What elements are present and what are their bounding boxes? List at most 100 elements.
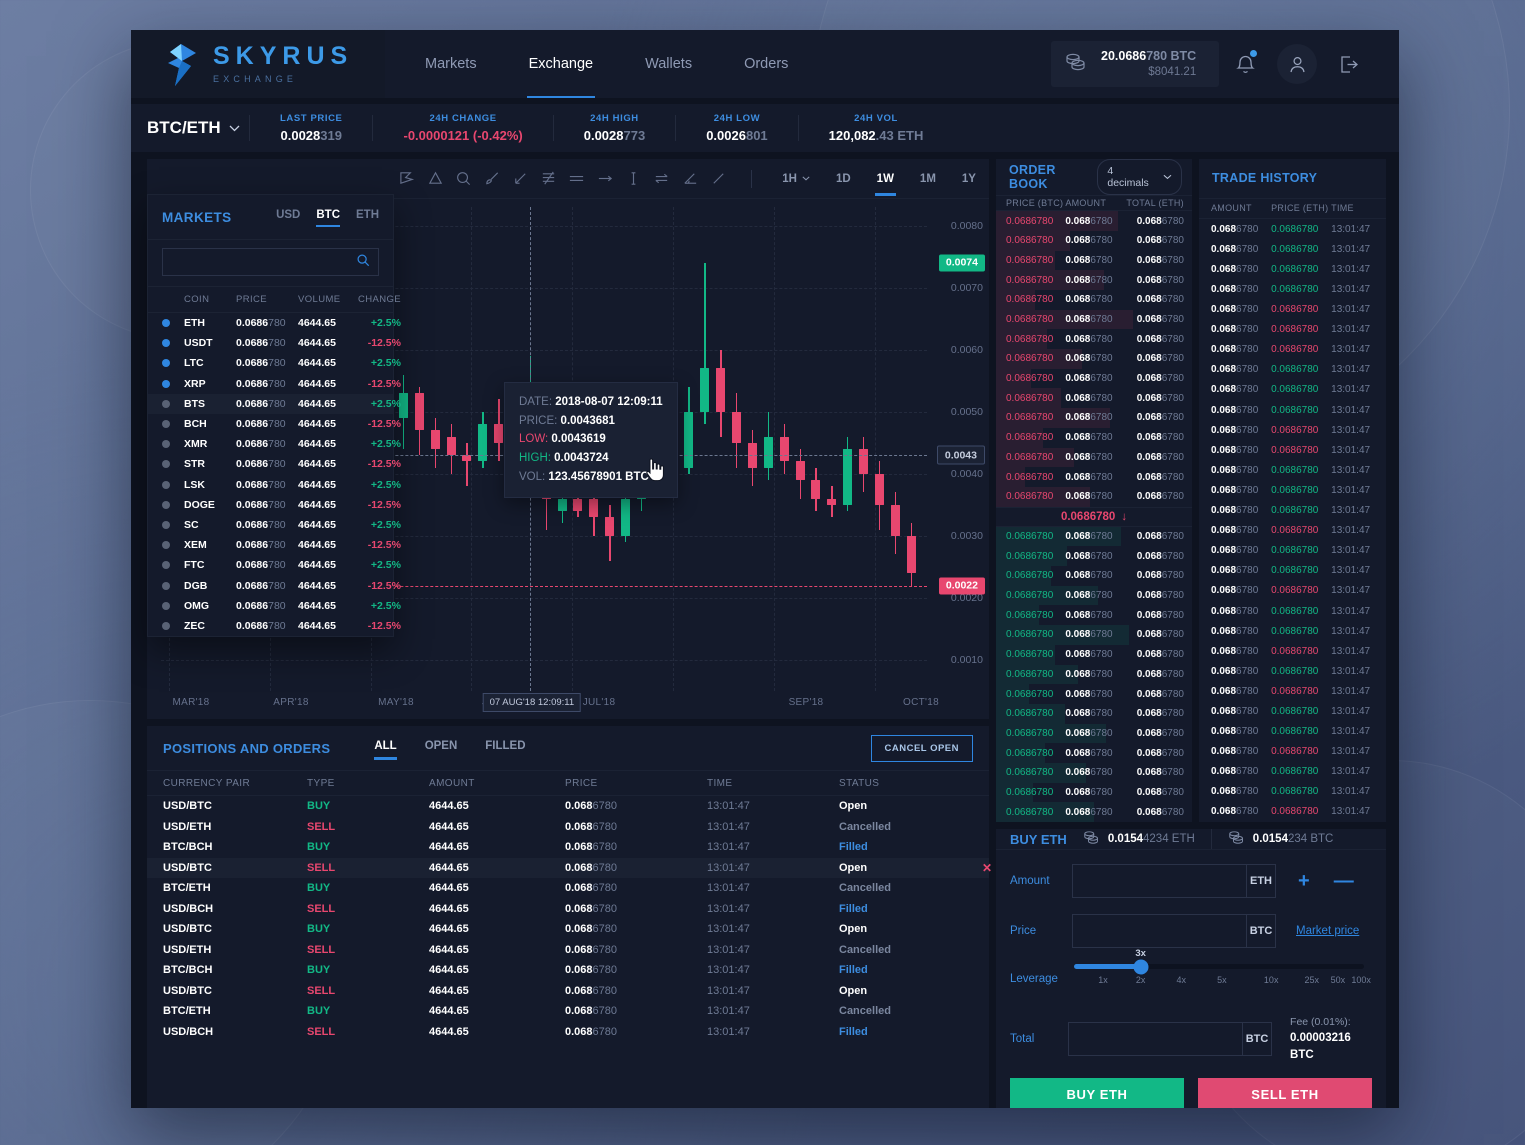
order-row[interactable]: USD/BTC SELL 4644.65 0.0686780 13:01:47 … bbox=[147, 981, 989, 1002]
positions-tab-all[interactable]: ALL bbox=[374, 740, 398, 760]
trend-line-icon[interactable] bbox=[704, 159, 732, 199]
market-row-xmr[interactable]: XMR 0.0686780 4644.65 +2.5% bbox=[148, 434, 401, 454]
leverage-thumb[interactable] bbox=[1133, 959, 1149, 974]
order-book-row-ask[interactable]: 0.0686780 0.0686780 0.0686780 bbox=[996, 427, 1192, 448]
order-book-row-bid[interactable]: 0.0686780 0.0686780 0.0686780 bbox=[996, 782, 1192, 803]
market-row-ftc[interactable]: FTC 0.0686780 4644.65 +2.5% bbox=[148, 555, 401, 575]
order-row[interactable]: USD/ETH SELL 4644.65 0.0686780 13:01:47 … bbox=[147, 940, 989, 961]
price-input[interactable] bbox=[1073, 915, 1246, 947]
market-row-xrp[interactable]: XRP 0.0686780 4644.65 -12.5% bbox=[148, 374, 401, 394]
trade-history-row[interactable]: 0.0686780 0.0686780 13:01:47 bbox=[1199, 601, 1386, 621]
triangle-icon[interactable] bbox=[421, 159, 449, 199]
favorite-dot-icon[interactable] bbox=[162, 460, 170, 469]
market-row-ltc[interactable]: LTC 0.0686780 4644.65 +2.5% bbox=[148, 353, 401, 373]
trade-history-row[interactable]: 0.0686780 0.0686780 13:01:47 bbox=[1199, 420, 1386, 440]
buy-eth-button[interactable]: BUY ETH bbox=[1010, 1077, 1184, 1108]
cancel-order-icon[interactable]: ✕ bbox=[969, 861, 1005, 875]
decimals-selector[interactable]: 4 decimals bbox=[1097, 159, 1182, 195]
order-book-row-ask[interactable]: 0.0686780 0.0686780 0.0686780 bbox=[996, 329, 1192, 350]
favorite-dot-icon[interactable] bbox=[162, 379, 170, 388]
order-book-row-bid[interactable]: 0.0686780 0.0686780 0.0686780 bbox=[996, 743, 1192, 763]
trade-history-row[interactable]: 0.0686780 0.0686780 13:01:47 bbox=[1199, 521, 1386, 541]
trade-history-row[interactable]: 0.0686780 0.0686780 13:01:47 bbox=[1199, 340, 1386, 360]
order-book-row-bid[interactable]: 0.0686780 0.0686780 0.0686780 bbox=[996, 684, 1192, 704]
order-row[interactable]: USD/ETH SELL 4644.65 0.0686780 13:01:47 … bbox=[147, 817, 989, 838]
favorite-dot-icon[interactable] bbox=[162, 399, 170, 408]
market-row-doge[interactable]: DOGE 0.0686780 4644.65 -12.5% bbox=[148, 495, 401, 515]
amount-input[interactable] bbox=[1073, 865, 1246, 897]
order-row[interactable]: BTC/BCH BUY 4644.65 0.0686780 13:01:47 F… bbox=[147, 960, 989, 981]
favorite-dot-icon[interactable] bbox=[162, 520, 170, 529]
brand-logo[interactable]: SKYRUS EXCHANGE bbox=[131, 30, 385, 98]
favorite-dot-icon[interactable] bbox=[162, 480, 170, 489]
search-input[interactable] bbox=[171, 256, 356, 268]
order-book-row-ask[interactable]: 0.0686780 0.0686780 0.0686780 bbox=[996, 467, 1192, 487]
nav-item-wallets[interactable]: Wallets bbox=[619, 30, 718, 98]
favorite-dot-icon[interactable] bbox=[162, 621, 170, 630]
order-book-row-bid[interactable]: 0.0686780 0.0686780 0.0686780 bbox=[996, 703, 1192, 724]
favorite-dot-icon[interactable] bbox=[162, 339, 170, 348]
market-row-dgb[interactable]: DGB 0.0686780 4644.65 -12.5% bbox=[148, 575, 401, 595]
angle-measure-icon[interactable] bbox=[676, 159, 704, 199]
nav-item-markets[interactable]: Markets bbox=[399, 30, 503, 98]
market-row-lsk[interactable]: LSK 0.0686780 4644.65 +2.5% bbox=[148, 475, 401, 495]
order-book-row-bid[interactable]: 0.0686780 0.0686780 0.0686780 bbox=[996, 526, 1192, 547]
market-row-omg[interactable]: OMG 0.0686780 4644.65 +2.5% bbox=[148, 596, 401, 616]
order-row[interactable]: USD/BTC BUY 4644.65 0.0686780 13:01:47 O… bbox=[147, 796, 989, 817]
trade-history-row[interactable]: 0.0686780 0.0686780 13:01:47 bbox=[1199, 581, 1386, 601]
positions-tab-filled[interactable]: FILLED bbox=[485, 740, 525, 757]
trade-history-row[interactable]: 0.0686780 0.0686780 13:01:47 bbox=[1199, 300, 1386, 320]
trade-history-row[interactable]: 0.0686780 0.0686780 13:01:47 bbox=[1199, 279, 1386, 299]
favorite-dot-icon[interactable] bbox=[162, 359, 170, 368]
favorite-dot-icon[interactable] bbox=[162, 319, 170, 328]
markets-search-field[interactable] bbox=[162, 248, 379, 276]
markets-tab-btc[interactable]: BTC bbox=[316, 209, 340, 227]
order-book-row-ask[interactable]: 0.0686780 0.0686780 0.0686780 bbox=[996, 447, 1192, 468]
amount-increase-button[interactable]: + bbox=[1298, 871, 1310, 891]
compare-arrows-icon[interactable] bbox=[648, 159, 676, 199]
trade-history-row[interactable]: 0.0686780 0.0686780 13:01:47 bbox=[1199, 320, 1386, 340]
fib-retracement-icon[interactable] bbox=[534, 159, 562, 199]
order-row[interactable]: USD/BTC SELL 4644.65 0.0686780 13:01:47 … bbox=[147, 857, 992, 878]
trade-history-row[interactable]: 0.0686780 0.0686780 13:01:47 bbox=[1199, 239, 1386, 259]
trade-history-row[interactable]: 0.0686780 0.0686780 13:01:47 bbox=[1199, 380, 1386, 400]
polyline-icon[interactable] bbox=[393, 159, 421, 199]
price-field[interactable]: BTC bbox=[1072, 914, 1276, 948]
angle-icon[interactable] bbox=[506, 159, 534, 199]
order-book-row-bid[interactable]: 0.0686780 0.0686780 0.0686780 bbox=[996, 644, 1192, 665]
magnifier-icon[interactable] bbox=[450, 159, 478, 199]
order-book-row-ask[interactable]: 0.0686780 0.0686780 0.0686780 bbox=[996, 349, 1192, 369]
order-book-row-ask[interactable]: 0.0686780 0.0686780 0.0686780 bbox=[996, 368, 1192, 389]
search-icon[interactable] bbox=[356, 253, 370, 272]
order-row[interactable]: BTC/ETH BUY 4644.65 0.0686780 13:01:47 C… bbox=[147, 1001, 989, 1022]
order-book-row-ask[interactable]: 0.0686780 0.0686780 0.0686780 bbox=[996, 408, 1192, 428]
logout-icon[interactable] bbox=[1329, 44, 1369, 84]
total-input[interactable] bbox=[1069, 1023, 1243, 1056]
favorite-dot-icon[interactable] bbox=[162, 561, 170, 570]
trade-history-row[interactable]: 0.0686780 0.0686780 13:01:47 bbox=[1199, 561, 1386, 581]
vertical-line-icon[interactable] bbox=[619, 159, 647, 199]
header-balance[interactable]: 20.0686780 BTC $8041.21 bbox=[1051, 41, 1219, 87]
horizontal-ray-icon[interactable] bbox=[591, 159, 619, 199]
favorite-dot-icon[interactable] bbox=[162, 541, 170, 550]
timeframe-1h[interactable]: 1H bbox=[769, 159, 823, 199]
market-row-bch[interactable]: BCH 0.0686780 4644.65 -12.5% bbox=[148, 414, 401, 434]
order-book-row-ask[interactable]: 0.0686780 0.0686780 0.0686780 bbox=[996, 250, 1192, 271]
favorite-dot-icon[interactable] bbox=[162, 601, 170, 610]
trade-history-row[interactable]: 0.0686780 0.0686780 13:01:47 bbox=[1199, 460, 1386, 480]
parallel-lines-icon[interactable] bbox=[563, 159, 591, 199]
total-field[interactable]: BTC bbox=[1068, 1022, 1273, 1057]
order-row[interactable]: USD/BCH SELL 4644.65 0.0686780 13:01:47 … bbox=[147, 899, 989, 920]
market-row-xem[interactable]: XEM 0.0686780 4644.65 -12.5% bbox=[148, 535, 401, 555]
timeframe-1w[interactable]: 1W bbox=[864, 159, 907, 199]
favorite-dot-icon[interactable] bbox=[162, 581, 170, 590]
market-row-zec[interactable]: ZEC 0.0686780 4644.65 -12.5% bbox=[148, 616, 401, 636]
order-book-row-ask[interactable]: 0.0686780 0.0686780 0.0686780 bbox=[996, 309, 1192, 330]
order-book-row-bid[interactable]: 0.0686780 0.0686780 0.0686780 bbox=[996, 802, 1192, 822]
order-book-row-ask[interactable]: 0.0686780 0.0686780 0.0686780 bbox=[996, 388, 1192, 409]
user-avatar-icon[interactable] bbox=[1277, 44, 1317, 84]
order-book-row-bid[interactable]: 0.0686780 0.0686780 0.0686780 bbox=[996, 566, 1192, 586]
order-row[interactable]: BTC/BCH BUY 4644.65 0.0686780 13:01:47 F… bbox=[147, 837, 989, 858]
favorite-dot-icon[interactable] bbox=[162, 420, 170, 429]
favorite-dot-icon[interactable] bbox=[162, 500, 170, 509]
